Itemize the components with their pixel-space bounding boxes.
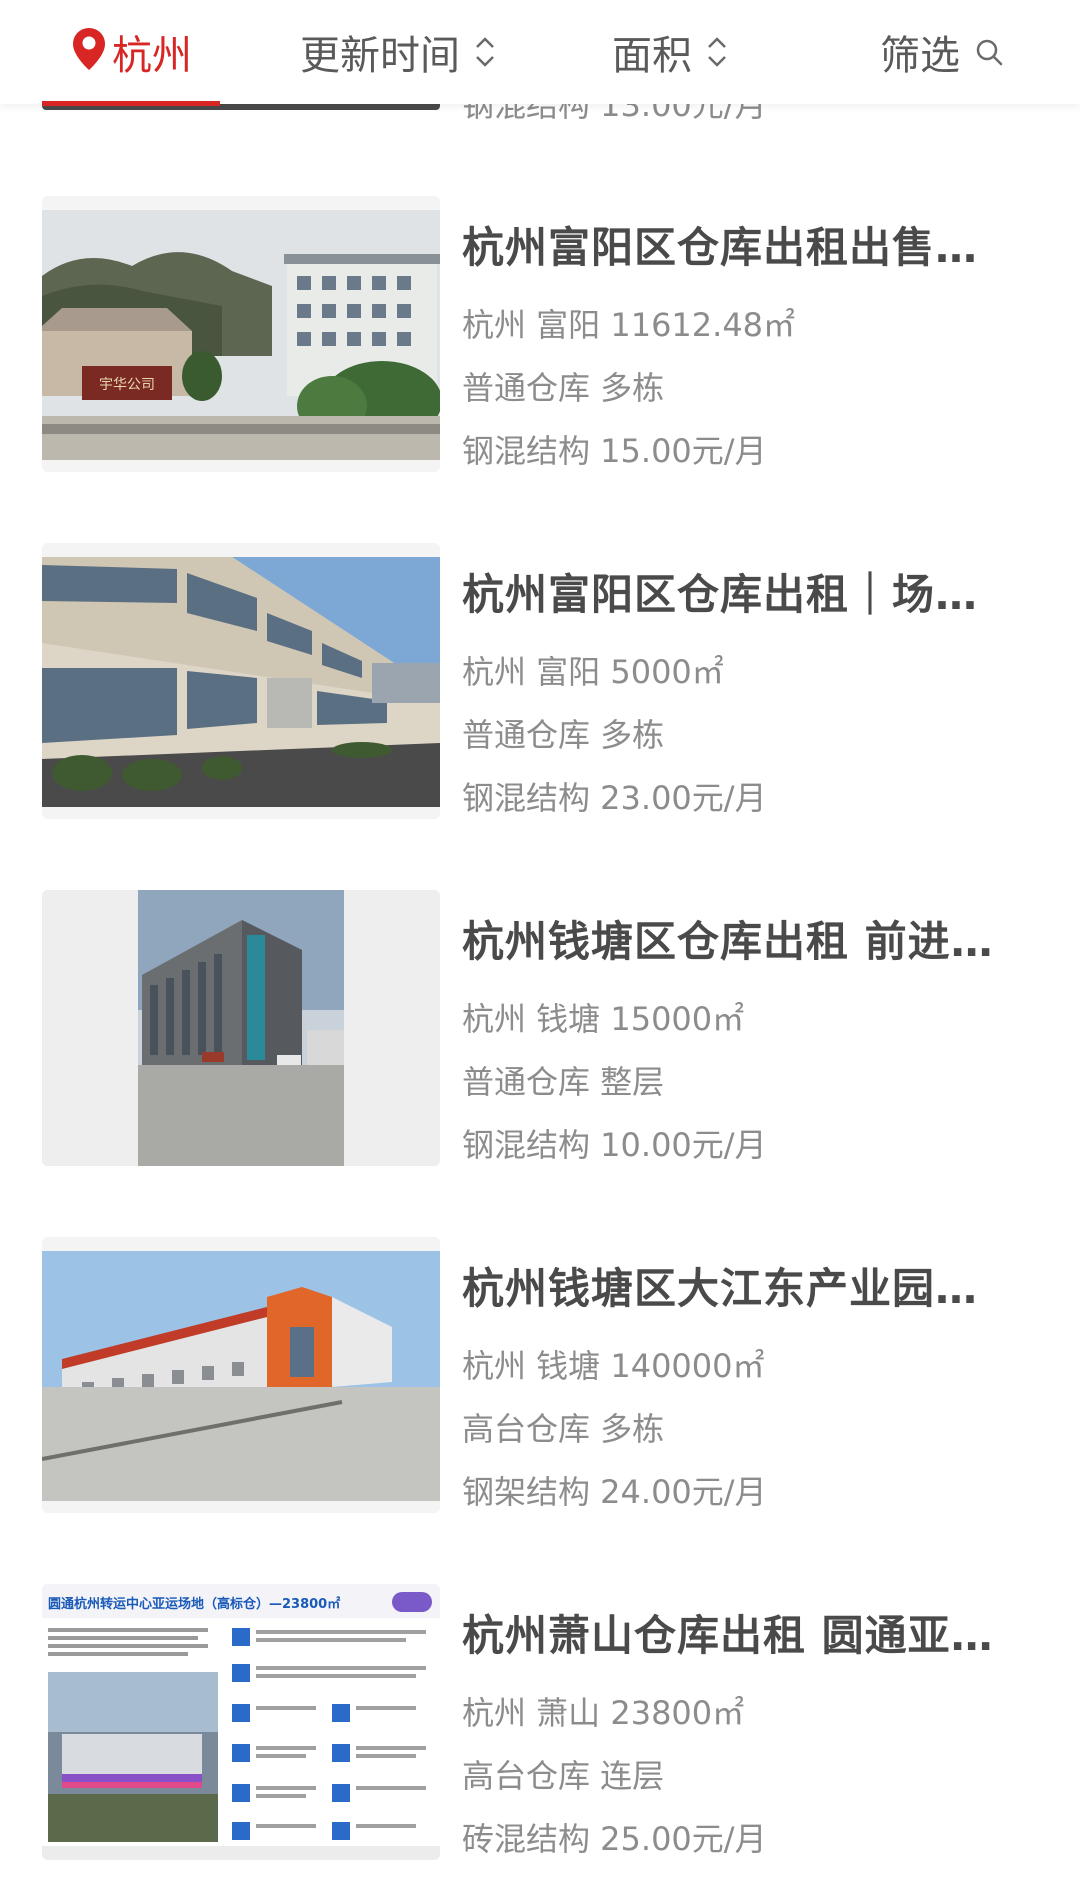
listing-title[interactable]: 杭州富阳区仓库出租｜场… [462,561,1022,622]
listing-location-area: 杭州 钱塘 15000㎡ [462,1000,745,1038]
filter-bar: 杭州 更新时间 面积 筛选 [0,0,1080,106]
listing-location-area: 杭州 富阳 11612.48㎡ [462,306,796,344]
listing-thumbnail[interactable]: 宇华公司 [42,196,440,472]
sort-area-label: 面积 [612,33,692,79]
listing-type: 高台仓库 多栋 [462,1410,665,1448]
listing-thumbnail[interactable]: 圆通杭州转运中心亚运场地（高标仓）—23800㎡ [42,1584,440,1860]
listing-title[interactable]: 杭州富阳区仓库出租出售… [462,214,1022,275]
warehouse-photo [42,890,440,1166]
listing-type: 高台仓库 连层 [462,1757,665,1795]
sort-by-area[interactable]: 面积 [612,0,728,104]
listing-title[interactable]: 杭州萧山仓库出租 圆通亚… [462,1602,1022,1663]
listing-price: 钢架结构 24.00元/月 [462,1473,767,1511]
listing-list: 钢混结构 13.00元/月 宇华公司 杭州富阳区仓库出租出售… 杭州 富阳 11… [0,0,1080,1878]
sort-updown-icon [708,37,726,67]
listing-thumbnail[interactable] [42,1237,440,1513]
sort-time-label: 更新时间 [300,33,460,79]
location-pin-icon [73,28,105,70]
filter-label: 筛选 [880,33,960,79]
listing-thumbnail[interactable] [42,543,440,819]
listing-type: 普通仓库 多栋 [462,716,665,754]
listing-location-area: 杭州 富阳 5000㎡ [462,653,724,691]
listing-title[interactable]: 杭州钱塘区仓库出租 前进… [462,908,1022,969]
listing-item[interactable]: 杭州钱塘区大江东产业园… 杭州 钱塘 140000㎡ 高台仓库 多栋 钢架结构 … [0,1237,1080,1527]
svg-text:圆通杭州转运中心亚运场地（高标仓）—23800㎡: 圆通杭州转运中心亚运场地（高标仓）—23800㎡ [48,1596,340,1612]
listing-type: 普通仓库 多栋 [462,369,665,407]
listing-title[interactable]: 杭州钱塘区大江东产业园… [462,1255,1022,1316]
listing-item[interactable]: 宇华公司 杭州富阳区仓库出租出售… 杭州 富阳 11612.48㎡ 普通仓库 多… [0,196,1080,486]
sort-by-update-time[interactable]: 更新时间 [300,0,496,104]
warehouse-photo [42,543,440,819]
listing-price: 钢混结构 23.00元/月 [462,779,767,817]
city-label: 杭州 [112,33,192,79]
svg-text:宇华公司: 宇华公司 [99,377,155,393]
listing-item[interactable]: 圆通杭州转运中心亚运场地（高标仓）—23800㎡ 杭州萧山仓库出租 圆通亚… 杭… [0,1584,1080,1874]
listing-type: 普通仓库 整层 [462,1063,665,1101]
active-tab-indicator [42,101,220,106]
listing-price: 钢混结构 10.00元/月 [462,1126,767,1164]
listing-price: 砖混结构 25.00元/月 [462,1820,767,1858]
listing-item[interactable]: 杭州钱塘区仓库出租 前进… 杭州 钱塘 15000㎡ 普通仓库 整层 钢混结构 … [0,890,1080,1180]
city-selector[interactable]: 杭州 [72,0,192,104]
listing-price: 钢混结构 15.00元/月 [462,432,767,470]
search-icon [976,39,1003,66]
listing-thumbnail[interactable] [42,890,440,1166]
warehouse-poster: 圆通杭州转运中心亚运场地（高标仓）—23800㎡ [42,1584,440,1860]
warehouse-photo [42,1237,440,1513]
listing-item[interactable]: 杭州富阳区仓库出租｜场… 杭州 富阳 5000㎡ 普通仓库 多栋 钢混结构 23… [0,543,1080,833]
warehouse-photo: 宇华公司 [42,196,440,472]
listing-location-area: 杭州 萧山 23800㎡ [462,1694,745,1732]
listing-location-area: 杭州 钱塘 140000㎡ [462,1347,765,1385]
filter-button[interactable]: 筛选 [880,0,1004,104]
sort-updown-icon [476,37,494,67]
